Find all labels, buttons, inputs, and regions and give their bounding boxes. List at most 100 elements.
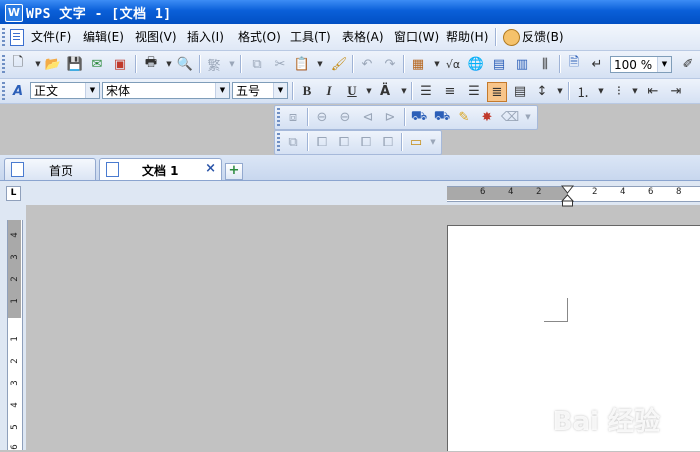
menu-window[interactable]: 窗口(W) xyxy=(394,28,439,45)
close-tab-icon[interactable]: × xyxy=(205,161,216,176)
bring-front-icon[interactable]: ⧠ xyxy=(357,133,375,151)
styles-icon[interactable]: A xyxy=(9,82,27,100)
window-title: WPS 文字 - [文档 1] xyxy=(26,7,172,22)
zoom-select[interactable]: 100 % ▼ xyxy=(610,56,672,73)
effects-icon[interactable]: ✸ xyxy=(478,108,496,126)
align-top-icon[interactable]: ⊖ xyxy=(313,108,331,126)
print-preview-icon[interactable]: 🔍 xyxy=(176,55,194,73)
hyperlink-globe-icon[interactable]: 🌐 xyxy=(467,55,485,73)
show-marks-icon[interactable]: ↵ xyxy=(588,55,606,73)
size-dropdown-chevron-icon[interactable]: ▼ xyxy=(273,83,287,98)
menu-insert[interactable]: 插入(I) xyxy=(187,28,224,45)
format-painter-icon[interactable]: 🖌 xyxy=(330,55,348,73)
ungroup-icon[interactable]: ⧈ xyxy=(284,108,302,126)
distribute-icon[interactable]: ⊳ xyxy=(381,108,399,126)
fill-bucket-icon[interactable]: ⛟ xyxy=(410,108,428,126)
shadow-dropdown-chevron-icon[interactable]: ▼ xyxy=(424,133,442,151)
bold-button[interactable]: B xyxy=(298,82,316,100)
menu-format[interactable]: 格式(O) xyxy=(238,28,281,45)
chinese-dropdown-chevron-icon[interactable]: ▼ xyxy=(223,55,241,73)
align-left-icon[interactable]: ☰ xyxy=(417,82,435,100)
line-color-icon[interactable]: ⛟ xyxy=(433,108,451,126)
line-spacing-icon[interactable]: ↕ xyxy=(533,82,551,100)
group-icon[interactable]: ⧉ xyxy=(284,133,302,151)
export-pdf-icon[interactable]: ▣ xyxy=(111,55,129,73)
bullets-dropdown-chevron-icon[interactable]: ▼ xyxy=(626,82,644,100)
font-select[interactable]: 宋体 ▼ xyxy=(102,82,230,99)
redo-icon[interactable]: ↷ xyxy=(381,55,399,73)
copy-icon[interactable]: ⧉ xyxy=(248,55,266,73)
ruler-tick: 2 xyxy=(10,358,20,364)
tab-home[interactable]: 首页 xyxy=(4,158,96,180)
underline-button[interactable]: U xyxy=(343,82,361,100)
pen-icon[interactable]: ✎ xyxy=(455,108,473,126)
decrease-indent-icon[interactable]: ⇤ xyxy=(644,82,662,100)
new-document-icon[interactable]: 🗋 xyxy=(9,55,27,73)
send-backward-icon[interactable]: ⧠ xyxy=(335,133,353,151)
traditional-chinese-icon[interactable]: 繁 xyxy=(205,55,223,74)
paste-dropdown-chevron-icon[interactable]: ▼ xyxy=(311,55,329,73)
feedback-icon[interactable] xyxy=(503,29,520,46)
font-size-value: 五号 xyxy=(236,84,261,98)
toolbar-separator xyxy=(559,55,561,73)
table-grid-icon[interactable]: ▤ xyxy=(490,55,508,73)
distributed-align-icon[interactable]: ▤ xyxy=(511,82,529,100)
undo-icon[interactable]: ↶ xyxy=(358,55,376,73)
toolbar-separator xyxy=(404,108,406,126)
draw-icon[interactable]: ✐ xyxy=(679,55,697,73)
menu-feedback[interactable]: 反馈(B) xyxy=(522,28,564,45)
paste-icon[interactable]: 📋 xyxy=(293,55,311,73)
align-center-icon[interactable]: ≡ xyxy=(441,82,459,100)
style-select[interactable]: 正文 ▼ xyxy=(30,82,100,99)
toolbar-grip[interactable] xyxy=(2,28,5,46)
save-icon[interactable]: 💾 xyxy=(66,55,84,73)
increase-indent-icon[interactable]: ⇥ xyxy=(667,82,685,100)
menu-file[interactable]: 文件(F) xyxy=(31,28,71,45)
object-toolbar: ⧉ ⧠ ⧠ ⧠ ⧠ ▭ ▼ xyxy=(274,130,442,155)
document-map-icon[interactable]: 🗎 xyxy=(565,55,583,73)
font-color-icon[interactable]: Ä xyxy=(376,82,394,100)
mail-icon[interactable]: ✉ xyxy=(88,55,106,73)
font-dropdown-chevron-icon[interactable]: ▼ xyxy=(215,83,229,98)
eraser-icon[interactable]: ⌫ xyxy=(501,108,519,126)
align-bottom-icon[interactable]: ⊲ xyxy=(359,108,377,126)
numbering-icon[interactable]: ⒈ xyxy=(574,82,592,101)
justify-icon[interactable]: ≣ xyxy=(487,82,507,102)
line-spacing-dropdown-chevron-icon[interactable]: ▼ xyxy=(551,82,569,100)
indent-marker-icon[interactable] xyxy=(561,185,574,207)
eraser-dropdown-chevron-icon[interactable]: ▼ xyxy=(519,108,537,126)
toolbar-grip[interactable] xyxy=(277,133,280,151)
toolbar-grip[interactable] xyxy=(2,55,5,73)
document-icon[interactable] xyxy=(10,29,24,46)
watermark-logo: Bai 经验 xyxy=(552,407,660,437)
open-folder-icon[interactable]: 📂 xyxy=(44,55,62,73)
numbering-dropdown-chevron-icon[interactable]: ▼ xyxy=(592,82,610,100)
send-back-icon[interactable]: ⧠ xyxy=(379,133,397,151)
menu-view[interactable]: 视图(V) xyxy=(135,28,177,45)
zoom-dropdown-chevron-icon[interactable]: ▼ xyxy=(657,57,671,72)
ruler-tick: 3 xyxy=(10,254,20,260)
align-right-icon[interactable]: ☰ xyxy=(465,82,483,100)
menu-table[interactable]: 表格(A) xyxy=(342,28,384,45)
tab-document-1[interactable]: 文档 1 × xyxy=(99,158,222,180)
cut-icon[interactable]: ✂ xyxy=(271,55,289,73)
toolbar-grip[interactable] xyxy=(277,108,280,126)
menu-help[interactable]: 帮助(H) xyxy=(446,28,488,45)
style-dropdown-chevron-icon[interactable]: ▼ xyxy=(85,83,99,98)
toolbar-grip[interactable] xyxy=(2,82,5,100)
menu-edit[interactable]: 编辑(E) xyxy=(83,28,124,45)
font-size-select[interactable]: 五号 ▼ xyxy=(232,82,288,99)
menu-tools[interactable]: 工具(T) xyxy=(290,28,331,45)
formatting-toolbar: A 正文 ▼ 宋体 ▼ 五号 ▼ B I U ▼ Ä ▼ ☰ ≡ ☰ ≣ ▤ ↕… xyxy=(0,79,700,104)
print-icon[interactable]: 🖶 xyxy=(142,55,160,73)
italic-button[interactable]: I xyxy=(320,82,338,100)
columns-icon[interactable]: ▥ xyxy=(513,55,531,73)
insert-table-icon[interactable]: ▦ xyxy=(409,55,427,73)
tab-stop-selector[interactable]: L xyxy=(6,186,21,201)
chart-icon[interactable]: ⫼ xyxy=(536,55,554,73)
align-middle-icon[interactable]: ⊖ xyxy=(336,108,354,126)
bring-forward-icon[interactable]: ⧠ xyxy=(313,133,331,151)
shadow-icon[interactable]: ▭ xyxy=(407,133,425,151)
new-tab-button[interactable]: + xyxy=(225,163,243,180)
formula-icon[interactable]: √α xyxy=(444,55,462,73)
